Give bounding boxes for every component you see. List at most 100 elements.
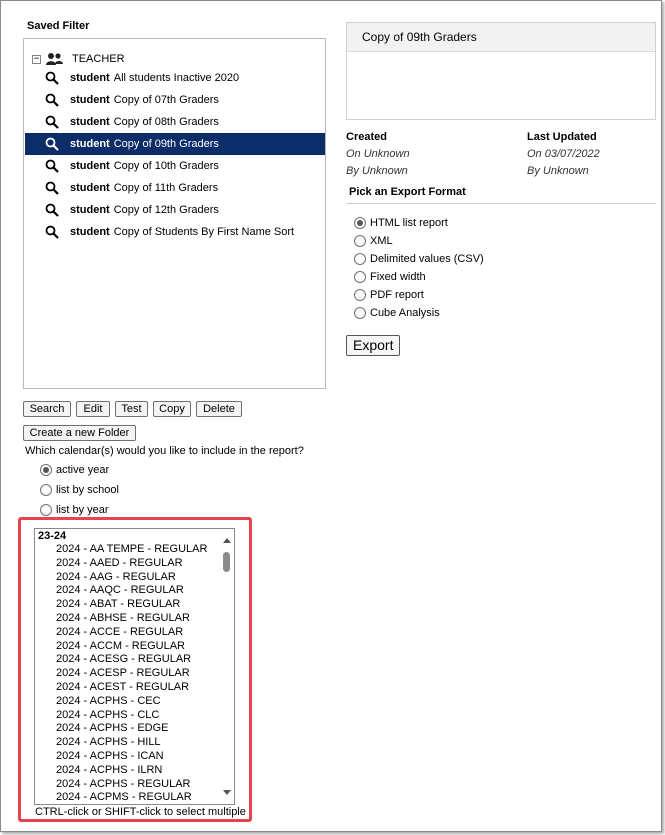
- filter-type: student: [70, 94, 110, 106]
- people-icon: [46, 53, 63, 65]
- calendar-option[interactable]: 2024 - ACEST - REGULAR: [35, 681, 222, 695]
- magnifier-icon: [45, 115, 59, 129]
- calendar-option[interactable]: 2024 - ACESP - REGULAR: [35, 667, 222, 681]
- calendar-option[interactable]: 2024 - ACPHS - CEC: [35, 695, 222, 709]
- radio-label: PDF report: [370, 289, 424, 301]
- filter-name: Copy of 10th Graders: [113, 160, 219, 172]
- radio-active-year[interactable]: active year: [40, 462, 109, 478]
- created-on: On Unknown: [346, 148, 410, 160]
- filter-type: student: [70, 160, 110, 172]
- export-button[interactable]: Export: [346, 335, 401, 356]
- radio-button[interactable]: [354, 307, 366, 319]
- option-group-label: 23-24: [38, 530, 67, 542]
- calendar-option[interactable]: 2024 - AAED - REGULAR: [35, 557, 222, 571]
- filter-name: Copy of 07th Graders: [113, 94, 219, 106]
- radio-button[interactable]: [40, 504, 52, 516]
- export-format-radio[interactable]: Delimited values (CSV): [354, 251, 484, 267]
- export-format-heading: Pick an Export Format: [346, 186, 656, 204]
- filter-type: student: [70, 138, 110, 150]
- export-format-radio[interactable]: PDF report: [354, 287, 424, 303]
- multi-select-hint: CTRL-click or SHIFT-click to select mult…: [35, 806, 246, 818]
- scroll-up-icon[interactable]: [223, 538, 231, 543]
- copy-button[interactable]: Copy: [153, 401, 191, 417]
- radio-list-by-school[interactable]: list by school: [40, 482, 119, 498]
- tree-folder-teacher[interactable]: − TEACHER: [32, 51, 125, 67]
- calendar-option[interactable]: 2024 - ACPMS - REGULAR: [35, 791, 222, 804]
- saved-filter-item[interactable]: student Copy of Students By First Name So…: [25, 221, 325, 243]
- export-format-radio[interactable]: Cube Analysis: [354, 305, 440, 321]
- saved-filter-title: Saved Filter: [27, 20, 90, 32]
- collapse-icon[interactable]: −: [32, 54, 41, 64]
- edit-button[interactable]: Edit: [76, 401, 110, 417]
- filter-detail-box: Copy of 09th Graders: [346, 22, 656, 120]
- report-window: Saved Filter − TEACHER student All studen…: [0, 0, 662, 832]
- filter-name: Copy of Students By First Name Sort: [113, 226, 295, 238]
- calendar-option[interactable]: 2024 - ACESG - REGULAR: [35, 653, 222, 667]
- filter-type: student: [70, 204, 110, 216]
- saved-filter-item[interactable]: student Copy of 11th Graders: [25, 177, 325, 199]
- list-scrollbar[interactable]: [220, 529, 234, 804]
- calendar-option[interactable]: 2024 - ACPHS - ILRN: [35, 764, 222, 778]
- radio-button[interactable]: [40, 464, 52, 476]
- radio-button[interactable]: [354, 289, 366, 301]
- calendar-option[interactable]: 2024 - ACCE - REGULAR: [35, 626, 222, 640]
- saved-filter-item[interactable]: student All students Inactive 2020: [25, 67, 325, 89]
- created-by: By Unknown: [346, 165, 408, 177]
- create-folder-button[interactable]: Create a new Folder: [23, 425, 136, 441]
- radio-button[interactable]: [354, 253, 366, 265]
- calendar-question: Which calendar(s) would you like to incl…: [25, 445, 304, 457]
- calendar-option[interactable]: 2024 - ACPHS - REGULAR: [35, 778, 222, 792]
- magnifier-icon: [45, 93, 59, 107]
- delete-button[interactable]: Delete: [196, 401, 242, 417]
- radio-list-by-year[interactable]: list by year: [40, 502, 109, 518]
- filter-name: Copy of 08th Graders: [113, 116, 219, 128]
- filter-name: Copy of 12th Graders: [113, 204, 219, 216]
- calendar-option[interactable]: 2024 - ACPHS - HILL: [35, 736, 222, 750]
- saved-filter-item[interactable]: student Copy of 09th Graders: [25, 133, 325, 155]
- magnifier-icon: [45, 159, 59, 173]
- filter-detail-title: Copy of 09th Graders: [347, 23, 655, 52]
- magnifier-icon: [45, 225, 59, 239]
- filter-type: student: [70, 226, 110, 238]
- test-button[interactable]: Test: [115, 401, 148, 417]
- filter-name: Copy of 09th Graders: [113, 138, 219, 150]
- calendar-option[interactable]: 2024 - AAG - REGULAR: [35, 571, 222, 585]
- magnifier-icon: [45, 137, 59, 151]
- radio-label: Delimited values (CSV): [370, 253, 484, 265]
- calendar-option[interactable]: 2024 - ABAT - REGULAR: [35, 598, 222, 612]
- radio-button[interactable]: [354, 235, 366, 247]
- filter-type: student: [70, 116, 110, 128]
- scroll-thumb[interactable]: [223, 552, 230, 572]
- folder-label: TEACHER: [72, 53, 125, 65]
- calendar-options: 23-24 2024 - AA TEMPE - REGULAR 2024 - AA…: [35, 529, 222, 804]
- saved-filter-item[interactable]: student Copy of 10th Graders: [25, 155, 325, 177]
- export-format-radio[interactable]: Fixed width: [354, 269, 426, 285]
- last-updated-by: By Unknown: [527, 165, 589, 177]
- filter-name: All students Inactive 2020: [113, 72, 240, 84]
- radio-button[interactable]: [354, 271, 366, 283]
- magnifier-icon: [45, 203, 59, 217]
- saved-filter-item[interactable]: student Copy of 07th Graders: [25, 89, 325, 111]
- calendar-option[interactable]: 2024 - ABHSE - REGULAR: [35, 612, 222, 626]
- radio-label: Fixed width: [370, 271, 426, 283]
- search-button[interactable]: Search: [23, 401, 71, 417]
- saved-filter-item[interactable]: student Copy of 08th Graders: [25, 111, 325, 133]
- radio-button[interactable]: [40, 484, 52, 496]
- calendar-option[interactable]: 2024 - ACCM - REGULAR: [35, 640, 222, 654]
- scroll-down-icon[interactable]: [223, 790, 231, 795]
- radio-label: XML: [370, 235, 393, 247]
- radio-label: list by school: [56, 484, 119, 496]
- export-format-radio[interactable]: HTML list report: [354, 215, 448, 231]
- calendar-option[interactable]: 2024 - AA TEMPE - REGULAR: [35, 543, 222, 557]
- calendar-option[interactable]: 2024 - ACPHS - EDGE: [35, 722, 222, 736]
- saved-filter-item[interactable]: student Copy of 12th Graders: [25, 199, 325, 221]
- calendar-option[interactable]: 2024 - ACPHS - ICAN: [35, 750, 222, 764]
- calendar-option[interactable]: 2024 - ACPHS - CLC: [35, 709, 222, 723]
- radio-label: list by year: [56, 504, 109, 516]
- magnifier-icon: [45, 181, 59, 195]
- radio-button[interactable]: [354, 217, 366, 229]
- calendar-select-list[interactable]: 23-24 2024 - AA TEMPE - REGULAR 2024 - AA…: [34, 528, 235, 805]
- export-format-radio[interactable]: XML: [354, 233, 393, 249]
- saved-filter-list: student All students Inactive 2020 student…: [25, 67, 325, 243]
- calendar-option[interactable]: 2024 - AAQC - REGULAR: [35, 584, 222, 598]
